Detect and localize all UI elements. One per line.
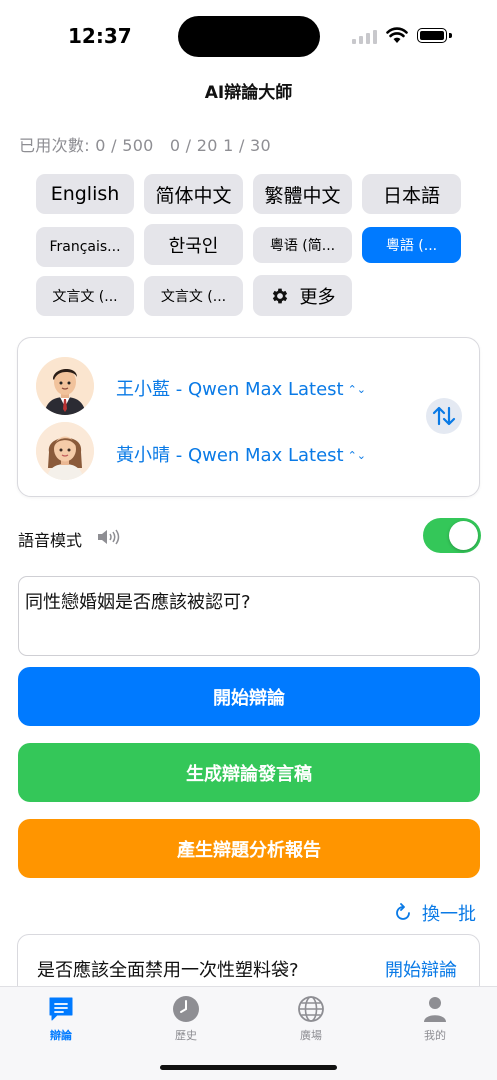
debater-2-selector[interactable]: 黃小晴 - Qwen Max Latest ⌃⌄ [116, 441, 366, 467]
battery-icon [417, 28, 447, 43]
voice-mode-toggle[interactable] [423, 518, 481, 553]
wifi-icon [386, 27, 408, 43]
person-icon [424, 997, 446, 1022]
language-chip-traditional-chinese[interactable]: 繁體中文 [253, 174, 352, 214]
swap-arrows-icon [432, 406, 456, 426]
page-title: AI辯論大師 [204, 83, 293, 103]
status-bar: 12:37 [0, 0, 497, 72]
chevron-updown-icon: ⌃⌄ [347, 449, 367, 462]
male-avatar [36, 357, 94, 415]
globe-icon [298, 996, 324, 1022]
gear-icon [272, 288, 287, 303]
language-chip-classical-chinese-2[interactable]: 文言文 (... [144, 276, 243, 316]
chevron-updown-icon: ⌃⌄ [347, 383, 367, 396]
refresh-topics-button[interactable]: 換一批 [393, 900, 476, 926]
language-chip-simplified-chinese[interactable]: 简体中文 [144, 174, 243, 214]
tab-debate[interactable]: 辯論 [16, 995, 106, 1043]
speaker-icon [98, 529, 120, 545]
tab-history[interactable]: 歷史 [141, 995, 231, 1043]
refresh-icon [396, 903, 410, 920]
dynamic-island [178, 16, 320, 57]
language-chip-french[interactable]: Français... [36, 227, 134, 267]
home-indicator [160, 1065, 337, 1070]
analysis-report-button[interactable]: 產生辯題分析報告 [18, 819, 480, 878]
debate-topic-input[interactable]: 同性戀婚姻是否應該被認可? [18, 576, 480, 656]
suggested-topic-text: 是否應該全面禁用一次性塑料袋? [37, 960, 299, 981]
debaters-card: 王小藍 - Qwen Max Latest ⌃⌄ 黃小晴 - Qwen Max L… [17, 337, 480, 497]
generate-speech-button[interactable]: 生成辯論發言稿 [18, 743, 480, 802]
female-avatar [36, 422, 94, 480]
language-chip-classical-chinese-1[interactable]: 文言文 (... [36, 276, 134, 316]
tab-profile[interactable]: 我的 [390, 995, 480, 1043]
voice-mode-label: 語音模式 [18, 531, 83, 550]
language-chip-japanese[interactable]: 日本語 [362, 174, 461, 214]
start-debate-button[interactable]: 開始辯論 [18, 667, 480, 726]
suggested-start-button[interactable]: 開始辯論 [385, 956, 457, 982]
tab-plaza[interactable]: 廣場 [266, 995, 356, 1043]
language-chip-cantonese-traditional[interactable]: 粵語 (... [362, 227, 461, 263]
chat-icon [49, 997, 73, 1021]
cellular-signal-icon [352, 30, 377, 44]
swap-debaters-button[interactable] [426, 398, 462, 434]
status-time: 12:37 [68, 24, 132, 48]
usage-counter: 已用次數: 0 / 500 0 / 20 1 / 30 [19, 136, 272, 155]
language-chip-english[interactable]: English [36, 174, 134, 214]
language-chip-korean[interactable]: 한국인 [144, 224, 243, 265]
more-languages-button[interactable]: 更多 [253, 275, 352, 316]
clock-icon [173, 996, 199, 1022]
debater-1-selector[interactable]: 王小藍 - Qwen Max Latest ⌃⌄ [116, 375, 366, 401]
language-chip-cantonese-simplified[interactable]: 粵语 (简... [253, 227, 352, 263]
